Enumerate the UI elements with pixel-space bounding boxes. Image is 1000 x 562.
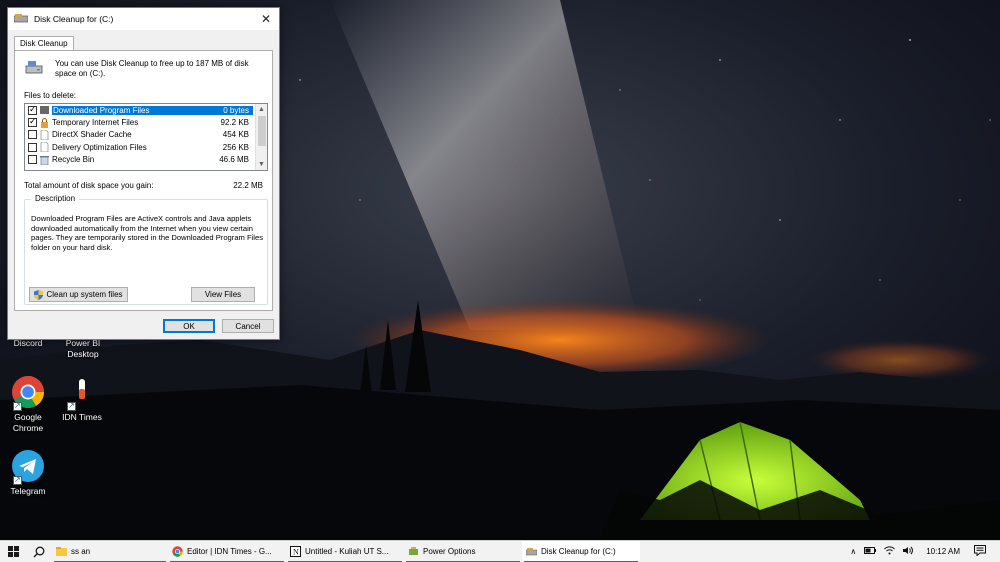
files-list[interactable]: Downloaded Program Files 0 bytes Tempora… bbox=[24, 103, 268, 171]
idn-times-icon bbox=[65, 375, 99, 411]
dialog-tabs: Disk Cleanup bbox=[14, 36, 74, 51]
desktop-icon-telegram[interactable]: Telegram bbox=[0, 449, 56, 497]
file-name: Temporary Internet Files bbox=[52, 118, 139, 128]
taskbar-item-disk-cleanup[interactable]: Disk Cleanup for (C:) bbox=[522, 540, 640, 562]
chevron-up-icon[interactable]: ▲ bbox=[256, 104, 267, 115]
desktop-icon-idn-times[interactable]: IDN Times bbox=[54, 375, 110, 423]
close-button[interactable]: ✕ bbox=[253, 8, 279, 30]
description-text: Downloaded Program Files are ActiveX con… bbox=[31, 214, 264, 252]
shield-icon bbox=[34, 289, 44, 300]
files-scrollbar[interactable]: ▲ ▼ bbox=[255, 104, 267, 170]
document-icon bbox=[40, 129, 49, 141]
file-name: Downloaded Program Files bbox=[52, 105, 203, 115]
notification-icon[interactable] bbox=[974, 545, 986, 558]
taskbar-item-power-options[interactable]: Power Options bbox=[404, 541, 522, 562]
file-row[interactable]: Downloaded Program Files 0 bytes bbox=[25, 104, 253, 116]
chrome-icon bbox=[11, 375, 45, 411]
file-size: 0 bytes bbox=[203, 105, 253, 115]
shortcut-arrow-icon bbox=[67, 400, 76, 411]
shortcut-arrow-icon bbox=[13, 474, 22, 485]
disk-cleanup-icon bbox=[525, 546, 538, 557]
taskbar-item-untitled-notion[interactable]: N Untitled - Kuliah UT S... bbox=[286, 541, 404, 562]
drive-icon bbox=[25, 59, 43, 77]
file-checkbox[interactable] bbox=[28, 116, 37, 128]
power-options-icon bbox=[408, 546, 419, 557]
file-size: 92.2 KB bbox=[220, 118, 249, 128]
shortcut-arrow-icon bbox=[13, 400, 22, 411]
folder-icon bbox=[40, 105, 49, 115]
intro-text: You can use Disk Cleanup to free up to 1… bbox=[55, 59, 249, 78]
dialog-titlebar[interactable]: Disk Cleanup for (C:) ✕ bbox=[8, 8, 279, 30]
file-checkbox[interactable] bbox=[28, 155, 37, 165]
document-icon bbox=[40, 142, 49, 153]
clean-up-system-files-button[interactable]: Clean up system files bbox=[29, 287, 128, 302]
file-checkbox[interactable] bbox=[28, 130, 37, 140]
file-size: 256 KB bbox=[222, 142, 249, 152]
view-files-button[interactable]: View Files bbox=[191, 287, 255, 302]
svg-text:N: N bbox=[293, 548, 299, 557]
network-icon[interactable] bbox=[884, 546, 896, 557]
files-to-delete-label: Files to delete: bbox=[24, 91, 77, 100]
disk-cleanup-dialog: Disk Cleanup for (C:) ✕ Disk Cleanup You… bbox=[7, 7, 280, 340]
lock-icon bbox=[40, 117, 49, 128]
close-icon: ✕ bbox=[260, 12, 272, 26]
taskbar: ss an Editor | IDN Times - G... N Untitl… bbox=[0, 540, 1000, 562]
chevron-down-icon[interactable]: ▼ bbox=[256, 159, 267, 170]
scrollbar-thumb[interactable] bbox=[258, 116, 266, 146]
desktop-icon-chrome[interactable]: Google Chrome bbox=[0, 375, 56, 434]
chevron-up-icon[interactable]: ∧ bbox=[850, 547, 856, 556]
search-button[interactable] bbox=[26, 541, 52, 562]
volume-icon[interactable] bbox=[903, 546, 914, 557]
clock[interactable]: 10:12 AM bbox=[926, 547, 960, 556]
intro-section: You can use Disk Cleanup to free up to 1… bbox=[25, 59, 265, 79]
search-icon bbox=[33, 546, 45, 557]
file-size: 46.6 MB bbox=[219, 155, 249, 165]
system-tray: ∧ 10:12 AM bbox=[846, 541, 1000, 562]
folder-icon bbox=[56, 546, 67, 557]
chrome-icon bbox=[172, 546, 183, 557]
taskbar-item-ss-an[interactable]: ss an bbox=[52, 541, 168, 562]
windows-start-icon bbox=[7, 546, 19, 557]
disk-cleanup-icon bbox=[13, 14, 29, 24]
file-row[interactable]: Temporary Internet Files 92.2 KB bbox=[25, 116, 253, 128]
tab-panel: You can use Disk Cleanup to free up to 1… bbox=[14, 50, 273, 311]
file-checkbox[interactable] bbox=[28, 142, 37, 152]
file-name: Recycle Bin bbox=[52, 155, 95, 165]
file-name: Delivery Optimization Files bbox=[52, 142, 147, 152]
desktop-icon-power-bi[interactable]: Power BI Desktop bbox=[55, 338, 111, 360]
file-row[interactable]: Recycle Bin 46.6 MB bbox=[25, 154, 253, 166]
taskbar-item-editor-idn[interactable]: Editor | IDN Times - G... bbox=[168, 541, 286, 562]
tab-disk-cleanup[interactable]: Disk Cleanup bbox=[14, 36, 74, 51]
total-space-value: 22.2 MB bbox=[233, 181, 263, 190]
file-row[interactable]: Delivery Optimization Files 256 KB bbox=[25, 141, 253, 153]
total-space-label: Total amount of disk space you gain: bbox=[24, 181, 154, 190]
cancel-button[interactable]: Cancel bbox=[222, 319, 274, 333]
file-row[interactable]: DirectX Shader Cache 454 KB bbox=[25, 129, 253, 141]
dialog-title: Disk Cleanup for (C:) bbox=[34, 14, 114, 24]
recycle-bin-icon bbox=[40, 155, 49, 166]
notion-icon: N bbox=[290, 546, 301, 557]
telegram-icon bbox=[11, 449, 45, 485]
start-button[interactable] bbox=[0, 541, 26, 562]
file-name: DirectX Shader Cache bbox=[52, 130, 132, 140]
description-legend: Description bbox=[31, 194, 80, 203]
file-size: 454 KB bbox=[222, 130, 249, 140]
file-checkbox[interactable] bbox=[28, 104, 37, 115]
ok-button[interactable]: OK bbox=[163, 319, 215, 333]
battery-icon[interactable] bbox=[864, 547, 877, 556]
